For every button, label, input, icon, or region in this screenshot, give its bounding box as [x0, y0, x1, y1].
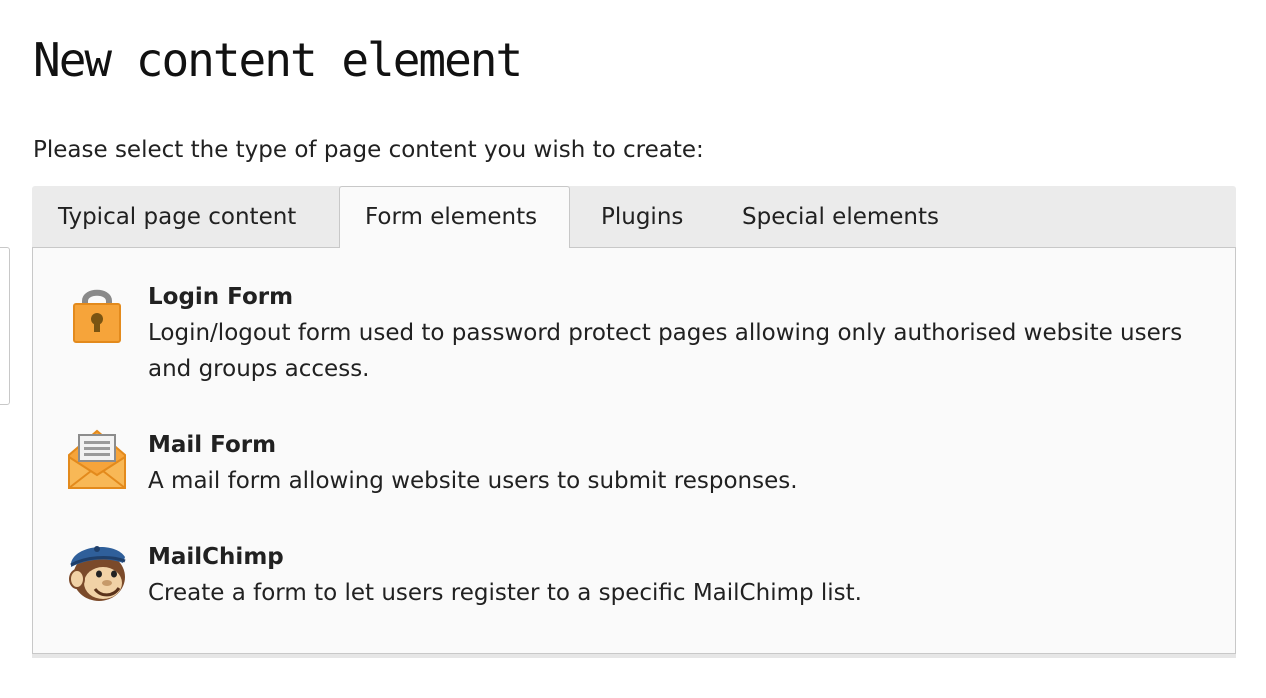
tab-bar: Typical page content Form elements Plugi… [32, 186, 1236, 249]
side-panel-edge [0, 247, 10, 405]
page-title: New content element [33, 33, 523, 87]
tab-plugins[interactable]: Plugins [601, 186, 683, 248]
new-content-element-wizard: New content element Please select the ty… [0, 0, 1266, 698]
item-title: MailChimp [148, 544, 284, 570]
panel-bottom-edge [32, 654, 1236, 658]
list-item-mailchimp[interactable]: MailChimp Create a form to let users reg… [33, 539, 1235, 611]
tab-special-elements[interactable]: Special elements [742, 186, 939, 248]
tab-panel-form-elements: Login Form Login/logout form used to pas… [32, 248, 1236, 654]
intro-text: Please select the type of page content y… [33, 137, 704, 163]
item-description: Login/logout form used to password prote… [148, 320, 1183, 382]
item-description: Create a form to let users register to a… [148, 580, 862, 606]
list-item-mail-form[interactable]: Mail Form A mail form allowing website u… [33, 427, 1235, 499]
list-item-login-form[interactable]: Login Form Login/logout form used to pas… [33, 279, 1235, 389]
item-title: Login Form [148, 284, 294, 310]
tab-form-elements[interactable]: Form elements [339, 186, 570, 249]
lock-icon [65, 279, 129, 343]
item-title: Mail Form [148, 432, 277, 458]
envelope-icon [65, 427, 129, 491]
tab-typical-page-content[interactable]: Typical page content [58, 186, 296, 248]
mailchimp-icon [65, 539, 129, 603]
item-description: A mail form allowing website users to su… [148, 468, 798, 494]
